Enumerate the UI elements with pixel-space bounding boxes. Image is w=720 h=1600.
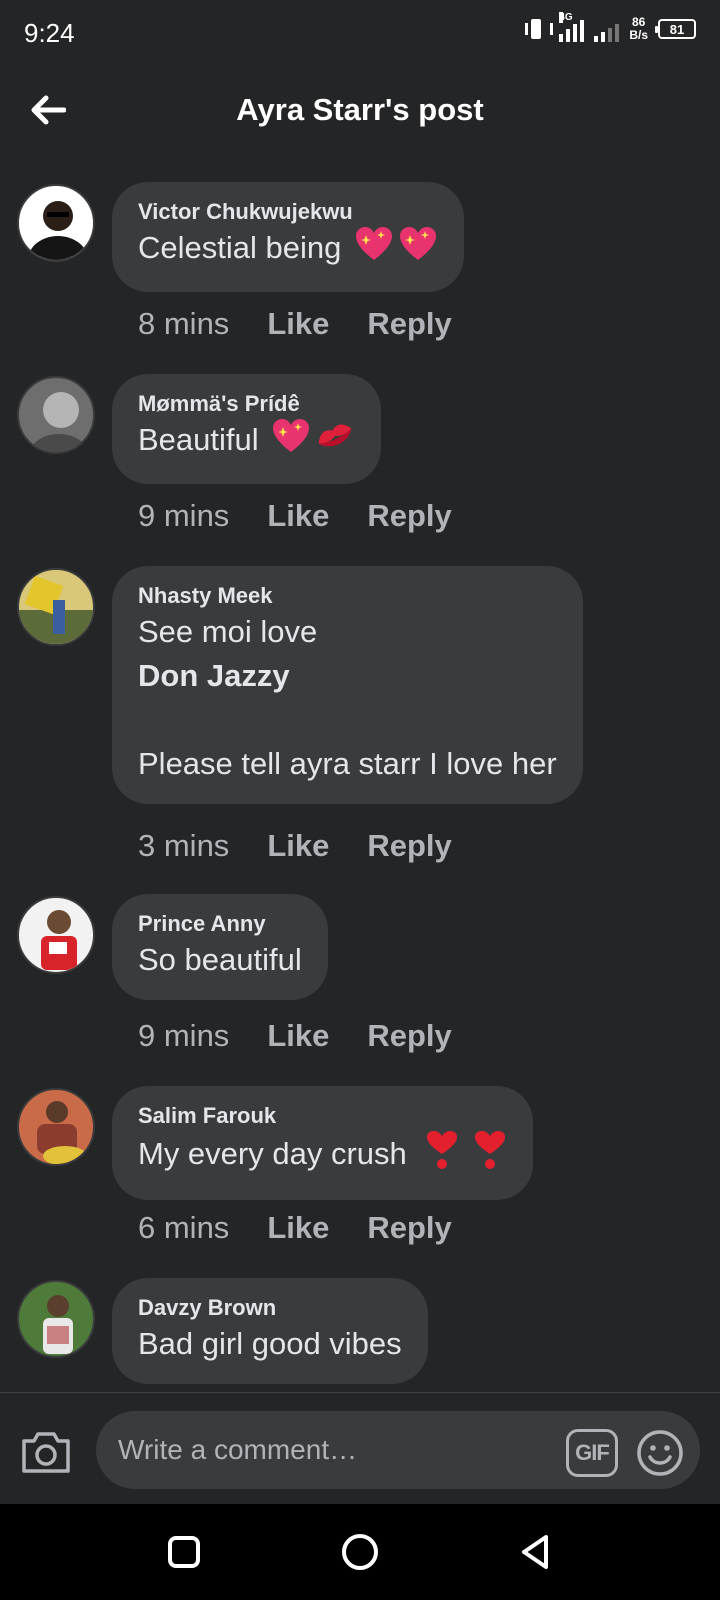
status-icons: 4G 86 B/s 81: [523, 12, 696, 42]
like-button[interactable]: Like: [267, 828, 329, 864]
comment-author[interactable]: Mømmä's Prídê: [138, 390, 355, 418]
reply-button[interactable]: Reply: [367, 306, 451, 342]
avatar[interactable]: [17, 1280, 95, 1358]
comment-text-line: Bad girl good vibes: [138, 1326, 402, 1361]
comment-meta: 3 mins Like Reply: [138, 828, 452, 864]
like-button[interactable]: Like: [267, 306, 329, 342]
like-button[interactable]: Like: [267, 1018, 329, 1054]
like-button[interactable]: Like: [267, 1210, 329, 1246]
avatar-image: [41, 910, 77, 970]
comment-time: 9 mins: [138, 1018, 230, 1053]
comment-time: 6 mins: [138, 1210, 230, 1245]
comment-time: 8 mins: [138, 306, 230, 341]
sparkling-heart-icon: [398, 226, 438, 274]
heart-exclamation-icon: [473, 1130, 507, 1182]
status-time: 9:24: [24, 18, 75, 48]
sparkling-heart-icon: [271, 418, 311, 466]
comment-text-line: Beautiful: [138, 422, 259, 458]
comment-author[interactable]: Nhasty Meek: [138, 582, 557, 610]
avatar-image: [29, 392, 89, 452]
mention-link[interactable]: Don Jazzy: [138, 654, 557, 698]
comment-text: Beautiful: [138, 418, 355, 466]
comment-meta: 6 mins Like Reply: [138, 1210, 452, 1246]
camera-button[interactable]: [20, 1429, 72, 1475]
avatar[interactable]: [17, 376, 95, 454]
comment-bubble[interactable]: Prince Anny So beautiful: [112, 894, 328, 1000]
comment-composer: GIF: [0, 1392, 720, 1504]
battery-icon: 81: [655, 19, 696, 39]
comment-text: Celestial being: [138, 226, 438, 274]
circle-icon: [342, 1534, 378, 1570]
comment-text-line: See moi love: [138, 614, 318, 649]
comment-text-line: [138, 698, 557, 742]
square-icon: [168, 1536, 200, 1568]
camera-icon: [22, 1432, 70, 1473]
home-button[interactable]: [340, 1532, 380, 1572]
comment-bubble[interactable]: Mømmä's Prídê Beautiful: [112, 374, 382, 484]
recents-button[interactable]: [164, 1532, 204, 1572]
comment-time: 9 mins: [138, 498, 230, 533]
back-nav-button[interactable]: [516, 1532, 556, 1572]
page-title: Ayra Starr's post: [236, 92, 484, 127]
emoji-button[interactable]: [636, 1429, 684, 1477]
comment-author[interactable]: Prince Anny: [138, 910, 302, 938]
status-bar: 9:24 4G 86 B/s 81: [0, 0, 720, 66]
reply-button[interactable]: Reply: [367, 828, 451, 864]
comment-author[interactable]: Victor Chukwujekwu: [138, 198, 438, 226]
comment-bubble[interactable]: Salim Farouk My every day crush: [112, 1086, 534, 1200]
network-speed-unit: B/s: [629, 28, 648, 42]
comment-bubble[interactable]: Victor Chukwujekwu Celestial being: [112, 182, 464, 292]
system-nav-bar: [0, 1504, 720, 1600]
triangle-back-icon: [522, 1535, 548, 1569]
comment-meta: 9 mins Like Reply: [138, 1018, 452, 1054]
comment-text-line: Celestial being: [138, 230, 342, 266]
reply-button[interactable]: Reply: [367, 1210, 451, 1246]
kiss-mark-icon: [315, 418, 355, 466]
gif-button[interactable]: GIF: [566, 1429, 618, 1477]
comment-text-line: My every day crush: [138, 1136, 407, 1172]
comment-meta: 8 mins Like Reply: [138, 306, 452, 342]
avatar[interactable]: [17, 896, 95, 974]
avatar-image: [28, 201, 88, 260]
comment-text-line: So beautiful: [138, 942, 302, 977]
avatar-image: [19, 575, 93, 644]
avatar-image: [43, 1295, 73, 1354]
mobile-signal-icon: 4G: [559, 12, 585, 42]
comment-time: 3 mins: [138, 828, 230, 863]
comment-meta: 9 mins Like Reply: [138, 498, 452, 534]
network-speed: 86 B/s: [629, 16, 648, 42]
comment-text: My every day crush: [138, 1130, 507, 1182]
vibrate-icon: [523, 17, 554, 41]
comment-author[interactable]: Davzy Brown: [138, 1294, 402, 1322]
heart-exclamation-icon: [425, 1130, 459, 1182]
smiley-icon: [637, 1430, 683, 1476]
reply-button[interactable]: Reply: [367, 498, 451, 534]
header: Ayra Starr's post: [0, 66, 720, 158]
comment-bubble[interactable]: Davzy Brown Bad girl good vibes: [112, 1278, 428, 1384]
avatar[interactable]: [17, 1088, 95, 1166]
comment-author[interactable]: Salim Farouk: [138, 1102, 507, 1130]
like-button[interactable]: Like: [267, 498, 329, 534]
battery-level: 81: [669, 21, 685, 37]
comment-text-line: Please tell ayra starr I love her: [138, 746, 557, 781]
avatar[interactable]: [17, 184, 95, 262]
network-type-label: 4G: [559, 12, 573, 23]
reply-button[interactable]: Reply: [367, 1018, 451, 1054]
avatar[interactable]: [17, 568, 95, 646]
comment-bubble[interactable]: Nhasty Meek See moi love Don Jazzy Pleas…: [112, 566, 583, 804]
avatar-image: [37, 1101, 87, 1164]
signal-secondary-icon: [594, 16, 620, 42]
sparkling-heart-icon: [354, 226, 394, 274]
